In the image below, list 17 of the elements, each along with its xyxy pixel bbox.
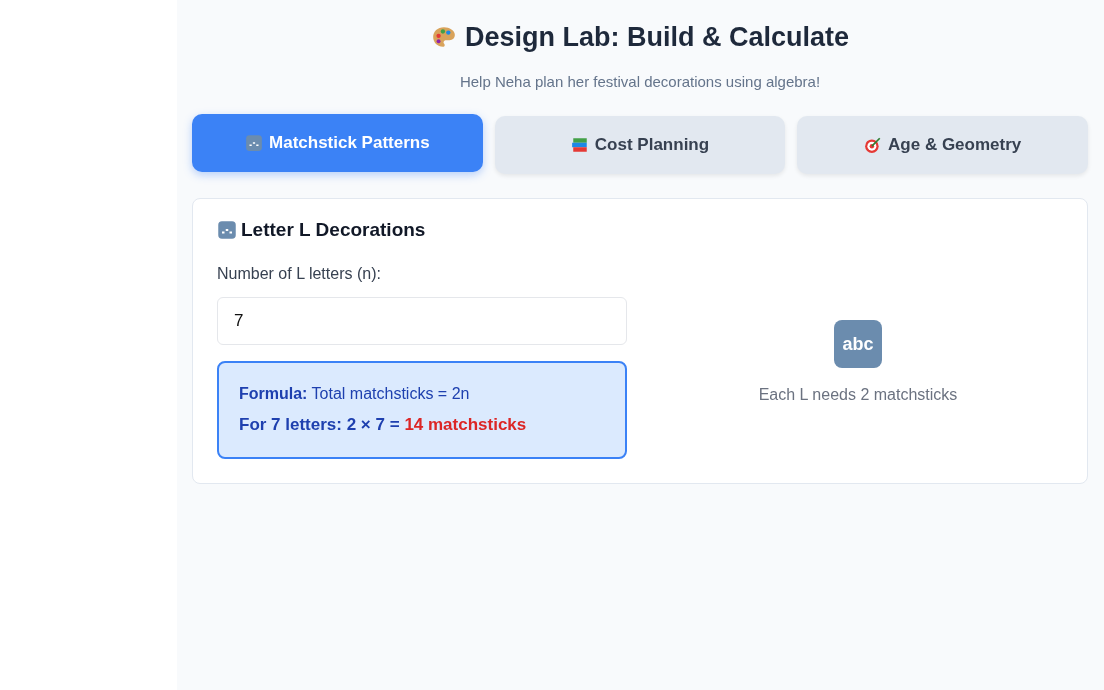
calculation-text: For 7 letters: 2 × 7 =: [239, 415, 400, 434]
letters-badge: abc: [834, 320, 882, 368]
target-icon: [864, 136, 883, 154]
letters-icon: [245, 134, 263, 152]
tab[interactable]: Age & Geometry: [797, 116, 1088, 174]
input-label: Number of L letters (n):: [217, 265, 382, 283]
books-icon: [570, 136, 589, 154]
caption: Each L needs 2 matchsticks: [758, 386, 958, 404]
result-text: 14 matchsticks: [404, 415, 527, 434]
page-subtitle: Help Neha plan her festival decorations using algebra!: [458, 73, 822, 90]
tab[interactable]: Matchstick Patterns: [192, 114, 483, 172]
tab[interactable]: Cost Planning: [494, 116, 786, 174]
page-title: Design Lab: Build & Calculate: [464, 22, 850, 53]
formula-text: Formula: Total matchsticks = 2n: [239, 385, 471, 403]
input-field[interactable]: 7: [217, 297, 627, 345]
panel-title: Letter L Decorations: [241, 219, 426, 241]
letters-icon: [217, 220, 237, 240]
